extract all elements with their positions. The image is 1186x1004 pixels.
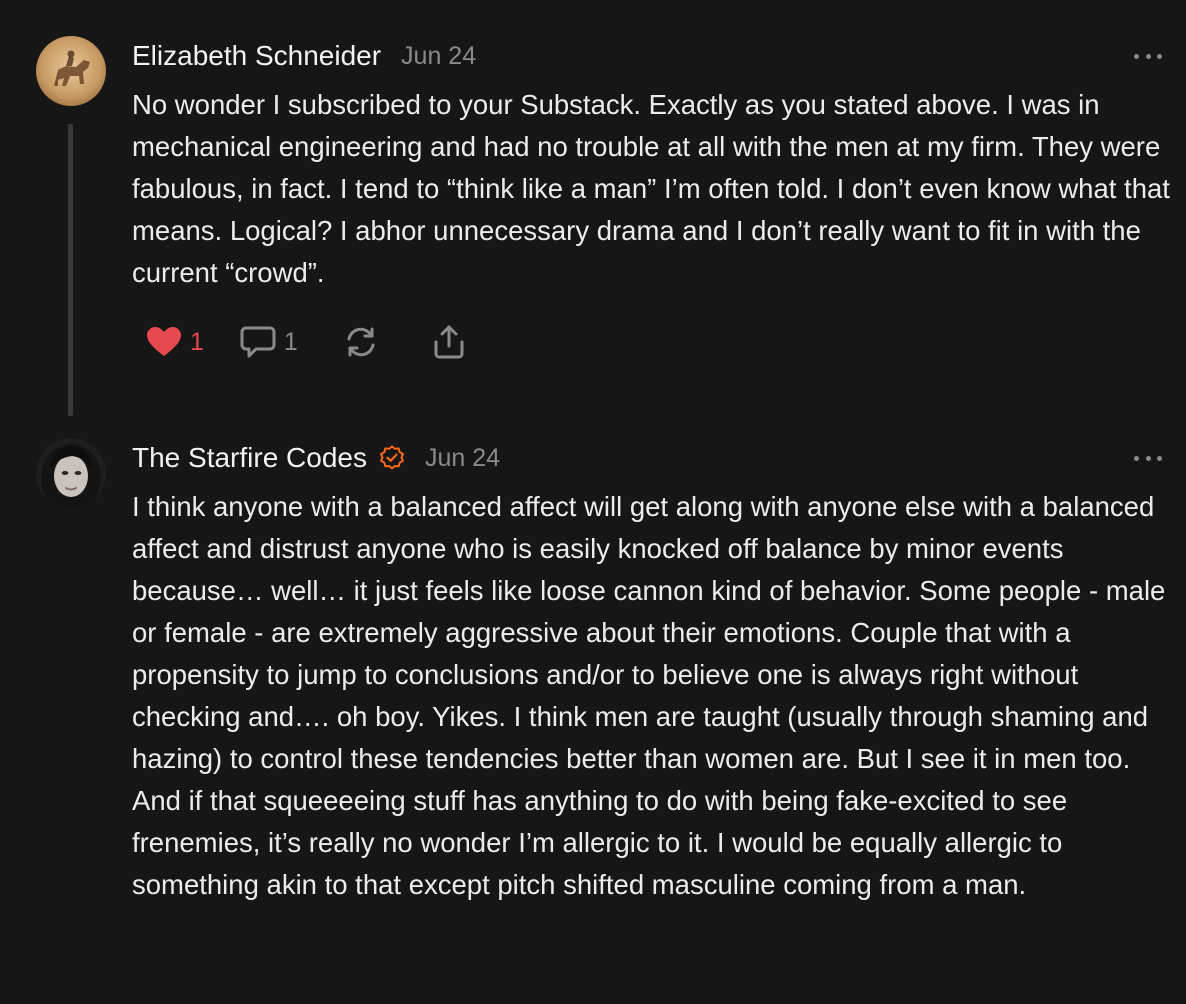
share-button[interactable] [432,324,466,360]
horse-sketch-avatar-icon [36,36,106,106]
more-options-button[interactable] [1134,452,1162,464]
heart-icon [147,327,181,356]
like-button[interactable]: 1 [146,326,204,358]
avatar[interactable] [36,438,106,508]
comment-body: No wonder I subscribed to your Substack.… [132,89,1170,288]
comment-date[interactable]: Jun 24 [425,444,500,473]
dot-icon [1145,53,1151,59]
share-icon [434,325,464,359]
restack-icon [347,327,375,357]
avatar[interactable] [36,36,106,106]
verified-badge-icon [379,445,405,471]
comment-header: The Starfire Codes Jun 24 [132,438,500,478]
comment-header: Elizabeth Schneider Jun 24 [132,36,476,76]
like-count: 1 [190,327,204,356]
comment-body: I think anyone with a balanced affect wi… [132,491,1166,900]
woman-portrait-avatar-icon [36,438,106,508]
thread-line [68,124,73,416]
more-options-button[interactable] [1134,50,1162,62]
dot-icon [1145,455,1151,461]
reply-count: 1 [283,327,298,356]
author-name[interactable]: Elizabeth Schneider [132,40,381,72]
comment-bubble-icon [240,326,276,358]
dot-icon [1157,53,1162,59]
dot-icon [1134,455,1139,461]
comment-actions: 1 1 [146,322,466,362]
dot-icon [1157,455,1162,461]
reply-button[interactable]: 1 [240,325,298,359]
comment-elizabeth-schneider: Elizabeth Schneider Jun 24 No wonder I s… [0,0,1186,420]
author-name[interactable]: The Starfire Codes [132,442,367,474]
restack-button[interactable] [344,325,378,359]
comment-the-starfire-codes: The Starfire Codes Jun 24 I think anyone… [0,420,1186,1004]
comment-date[interactable]: Jun 24 [401,42,476,71]
dot-icon [1134,53,1139,59]
